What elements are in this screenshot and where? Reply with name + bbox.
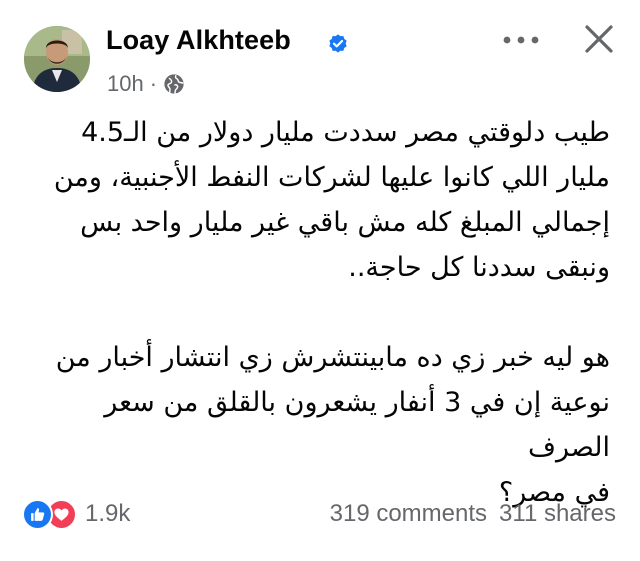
post-paragraph: طيب دلوقتي مصر سددت مليار دولار من الـ4.… — [53, 117, 610, 283]
close-icon — [585, 25, 613, 53]
post-text: طيب دلوقتي مصر سددت مليار دولار من الـ4.… — [26, 110, 610, 515]
post-card: Loay Alkhteeb 10h · طيب دلوقتي مصر سددت … — [0, 0, 640, 561]
more-horizontal-icon — [503, 36, 539, 44]
reactions-summary[interactable]: 1.9k — [22, 497, 130, 531]
comments-count-link[interactable]: 319 comments — [330, 500, 487, 528]
post-header: Loay Alkhteeb 10h · — [0, 0, 640, 110]
avatar[interactable] — [24, 26, 90, 92]
globe-icon[interactable] — [163, 73, 185, 95]
author-name[interactable]: Loay Alkhteeb — [106, 25, 291, 56]
post-meta: 10h · — [107, 70, 185, 98]
verified-badge-icon — [329, 34, 347, 53]
post-timestamp[interactable]: 10h — [107, 71, 144, 97]
more-options-button[interactable] — [498, 28, 544, 52]
reactions-count: 1.9k — [85, 500, 131, 527]
shares-count-link[interactable]: 311 shares — [499, 500, 616, 528]
avatar-image — [24, 26, 90, 92]
engagement-summary: 319 comments 311 shares — [330, 497, 616, 531]
like-icon — [22, 498, 53, 530]
post-paragraph: هو ليه خبر زي ده مابينتشرش زي انتشار أخب… — [55, 342, 610, 508]
close-button[interactable] — [578, 18, 620, 60]
meta-separator: · — [149, 71, 158, 96]
